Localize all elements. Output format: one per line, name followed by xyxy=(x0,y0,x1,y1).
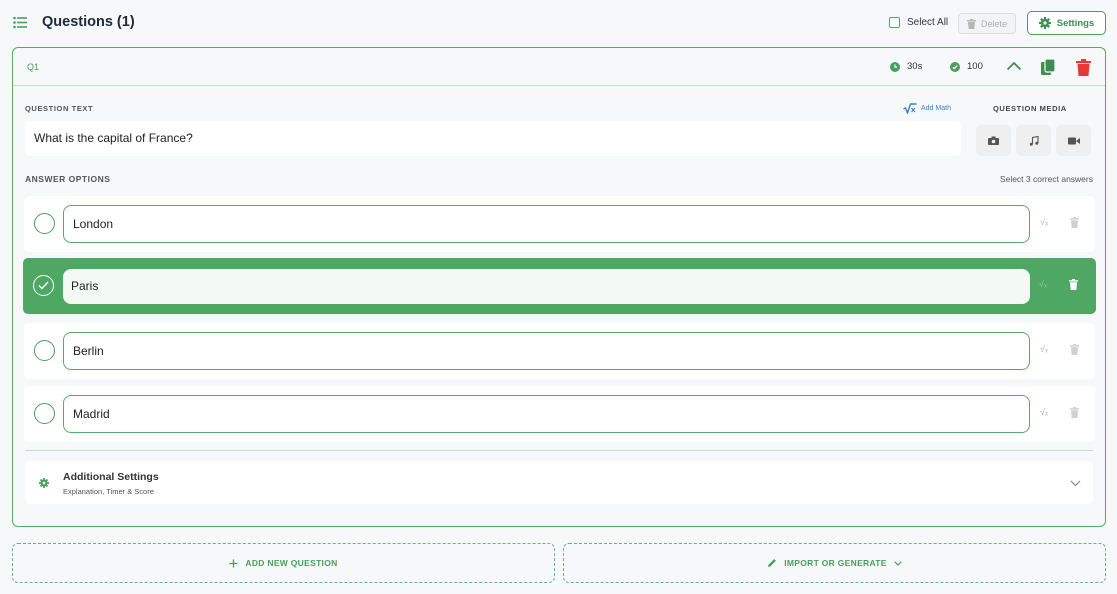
delete-label: Delete xyxy=(980,18,1007,29)
chevron-up-icon[interactable] xyxy=(1006,61,1022,71)
correct-answer-radio[interactable] xyxy=(33,275,54,296)
sqrt-icon[interactable]: √ₓ xyxy=(1040,407,1048,417)
trash-icon[interactable] xyxy=(1070,217,1079,228)
answer-option-row: Berlin √ₓ xyxy=(24,323,1095,379)
plus-icon xyxy=(229,559,238,567)
points-value-group[interactable]: 100 xyxy=(950,61,983,72)
add-image-button[interactable] xyxy=(976,125,1011,156)
additional-settings-subtitle: Explanation, Timer & Score xyxy=(63,487,154,496)
correct-answer-radio[interactable] xyxy=(34,403,55,424)
chevron-down-icon xyxy=(894,560,902,566)
gear-icon xyxy=(1038,17,1051,29)
add-math-label: Add Math xyxy=(921,105,951,112)
correct-answer-radio[interactable] xyxy=(34,340,55,361)
top-bar: Questions (1) Select All Delete Settings xyxy=(0,0,1117,46)
import-or-generate-button[interactable]: IMPORT OR GENERATE xyxy=(563,543,1106,583)
copy-icon[interactable] xyxy=(1041,59,1056,76)
pencil-icon xyxy=(768,559,777,567)
trash-icon[interactable] xyxy=(1069,279,1078,290)
sqrt-icon[interactable]: √ₓ xyxy=(1040,217,1048,227)
answer-option-input[interactable]: Madrid xyxy=(63,395,1030,433)
answer-options-hint: Select 3 correct answers xyxy=(999,174,1093,184)
question-number: Q1 xyxy=(27,62,40,72)
answer-options-label: ANSWER OPTIONS xyxy=(25,174,111,184)
video-icon xyxy=(1067,137,1080,144)
trash-icon[interactable] xyxy=(1076,59,1091,76)
trash-icon xyxy=(966,18,976,29)
chevron-down-icon xyxy=(1070,480,1081,487)
add-audio-button[interactable] xyxy=(1016,125,1051,156)
check-circle-icon xyxy=(950,61,960,72)
add-new-question-button[interactable]: ADD NEW QUESTION xyxy=(12,543,555,583)
clock-icon xyxy=(890,61,900,72)
answer-option-row: Madrid √ₓ xyxy=(24,386,1095,442)
sqrt-icon[interactable]: √ₓ xyxy=(1039,279,1047,289)
page-title: Questions (1) xyxy=(42,14,135,30)
settings-button[interactable]: Settings xyxy=(1027,11,1106,35)
select-all-label: Select All xyxy=(907,17,949,28)
divider xyxy=(25,450,1093,451)
select-all-toggle[interactable]: Select All xyxy=(889,17,948,28)
question-media-label: QUESTION MEDIA xyxy=(993,104,1067,113)
answer-option-input[interactable]: Berlin xyxy=(63,332,1030,370)
answer-option-input[interactable]: London xyxy=(63,205,1030,243)
answer-option-row-correct: Paris √ₓ xyxy=(23,258,1096,314)
import-or-generate-label: IMPORT OR GENERATE xyxy=(784,558,887,568)
music-icon xyxy=(1029,135,1039,146)
check-icon xyxy=(38,281,49,290)
additional-settings-toggle[interactable]: Additional Settings Explanation, Timer &… xyxy=(25,461,1093,504)
time-limit[interactable]: 30s xyxy=(890,61,922,72)
add-math-button[interactable]: Add Math xyxy=(903,103,951,114)
list-icon xyxy=(13,16,27,29)
add-new-question-label: ADD NEW QUESTION xyxy=(245,558,338,568)
trash-icon[interactable] xyxy=(1070,344,1079,355)
question-card: Q1 30s 100 QUESTION TEXT Add Math QUESTI… xyxy=(12,47,1106,527)
sqrt-icon[interactable]: √ₓ xyxy=(1040,344,1048,354)
answer-option-input[interactable]: Paris xyxy=(63,269,1030,304)
correct-answer-radio[interactable] xyxy=(34,213,55,234)
add-video-button[interactable] xyxy=(1056,125,1091,156)
sqrt-icon xyxy=(903,103,917,114)
trash-icon[interactable] xyxy=(1070,407,1079,418)
answer-option-row: London √ₓ xyxy=(24,196,1095,252)
settings-label: Settings xyxy=(1056,17,1095,29)
gear-icon xyxy=(39,478,49,488)
question-text-input[interactable]: What is the capital of France? xyxy=(25,121,961,156)
select-all-checkbox[interactable] xyxy=(889,17,900,28)
points-value: 100 xyxy=(967,61,983,72)
camera-icon xyxy=(988,136,999,145)
time-value: 30s xyxy=(907,61,923,72)
question-text-label: QUESTION TEXT xyxy=(25,104,94,113)
delete-button[interactable]: Delete xyxy=(958,13,1016,34)
additional-settings-title: Additional Settings xyxy=(63,471,159,483)
question-card-header[interactable]: Q1 30s 100 xyxy=(13,48,1105,86)
